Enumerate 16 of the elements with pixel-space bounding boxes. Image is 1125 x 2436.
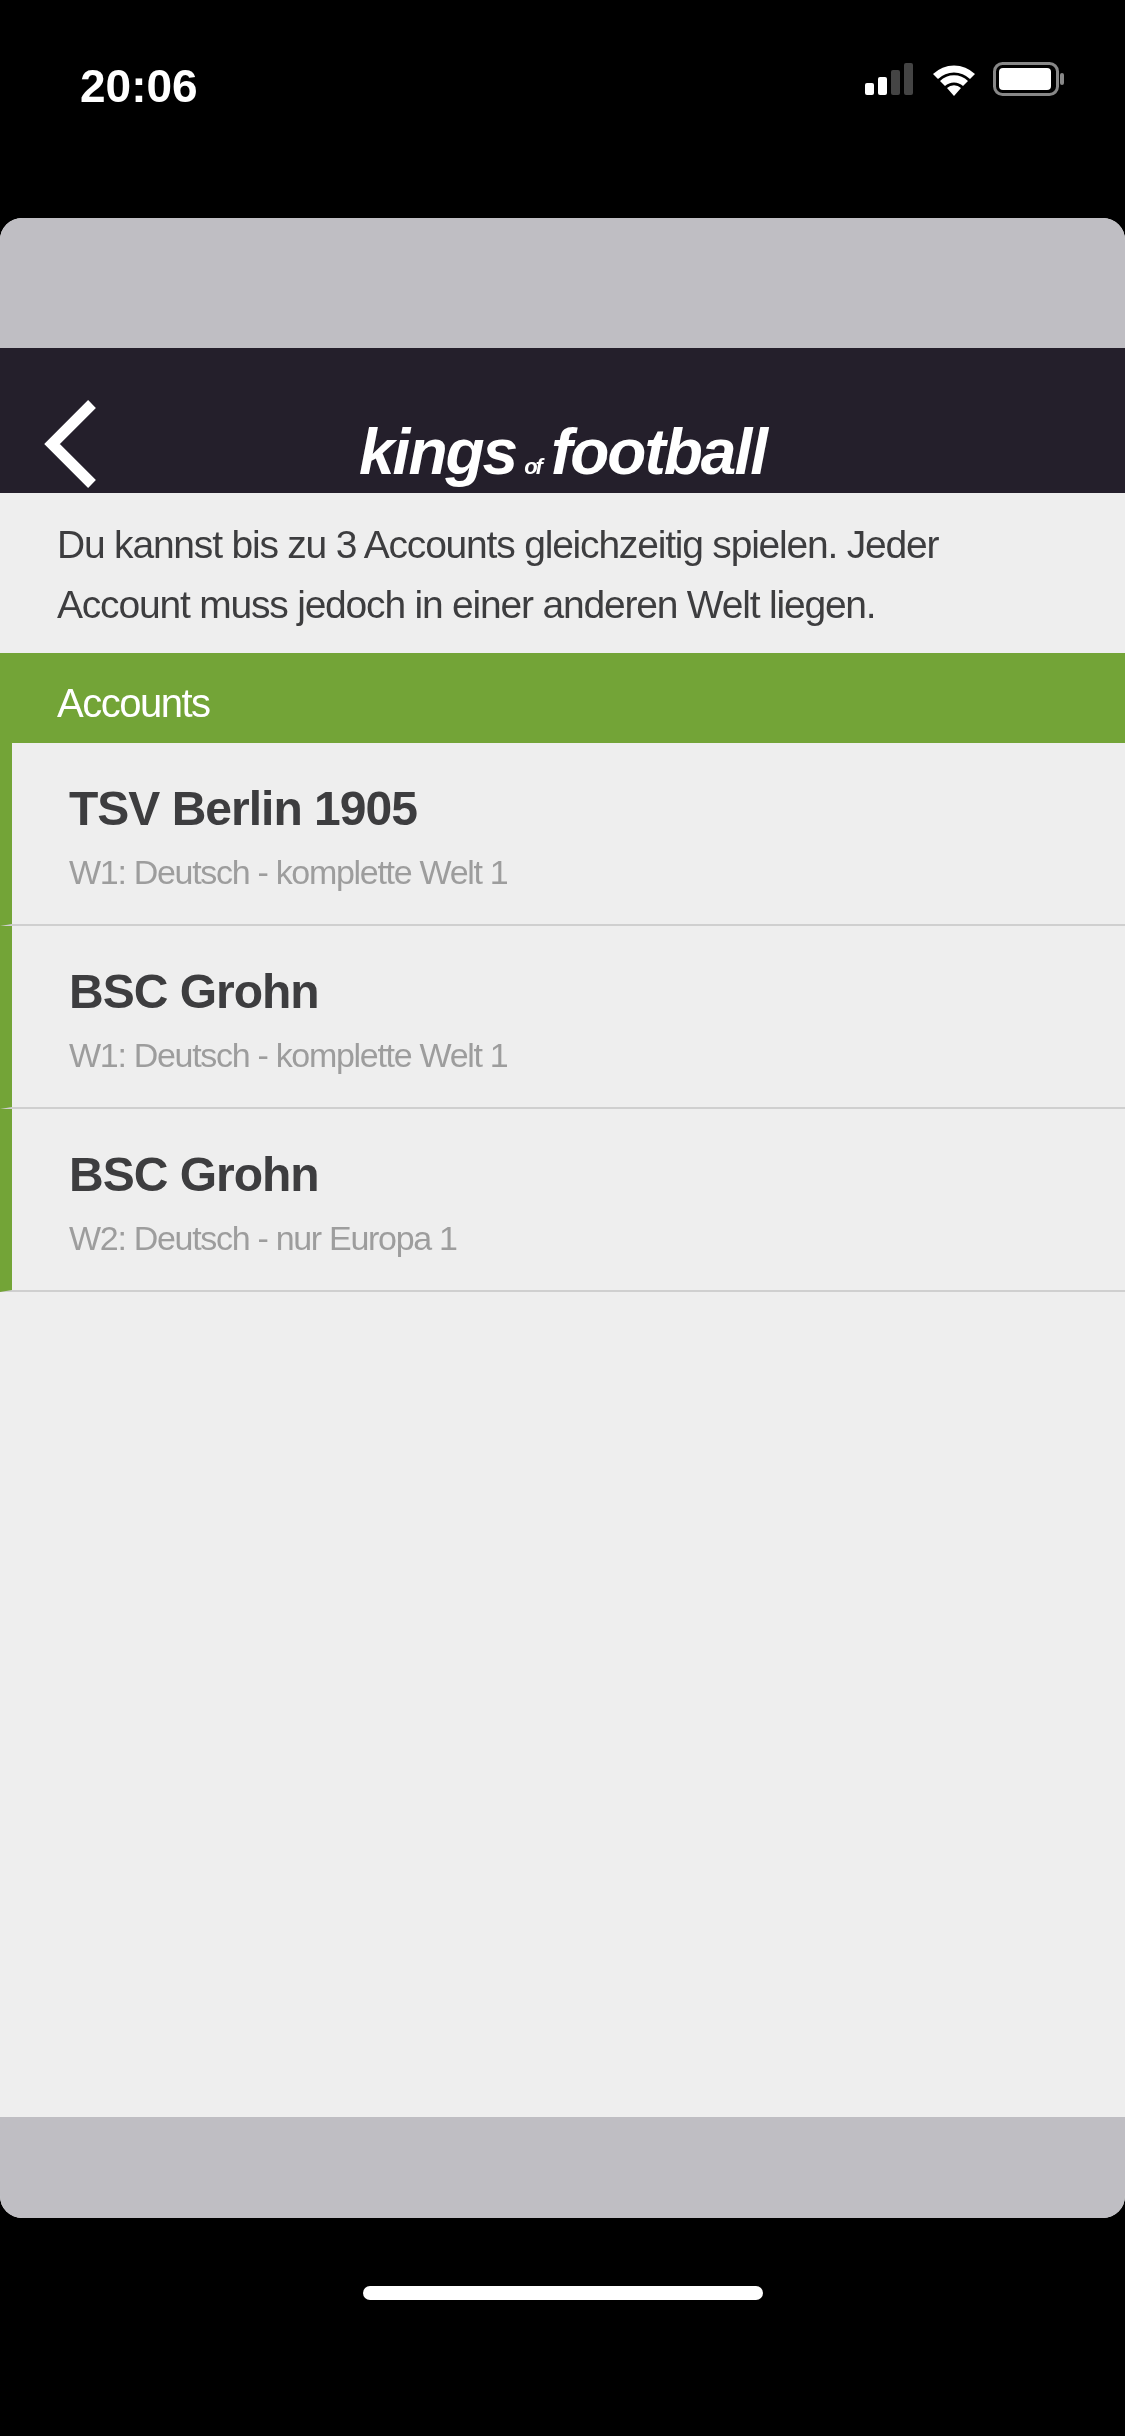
- account-name: BSC Grohn: [69, 964, 320, 1020]
- section-title: Accounts: [57, 681, 210, 725]
- account-row[interactable]: BSC Grohn W1: Deutsch - komplette Welt 1: [0, 926, 1125, 1109]
- account-world: W1: Deutsch - komplette Welt 1: [69, 1035, 509, 1076]
- wifi-icon: [931, 62, 977, 96]
- intro-text: Du kannst bis zu 3 Accounts gleichzeitig spielen. Jeder Account muss jedoch in einer anderen Welt liegen.: [56, 522, 940, 628]
- account-name: BSC Grohn: [69, 1147, 320, 1203]
- account-row[interactable]: BSC Grohn W2: Deutsch - nur Europa 1: [0, 1109, 1125, 1292]
- signal-icon: [865, 63, 915, 95]
- battery-icon: [993, 62, 1065, 96]
- logo: kings of football: [359, 415, 766, 490]
- account-name: TSV Berlin 1905: [69, 781, 418, 837]
- status-time: 20:06: [80, 59, 198, 114]
- account-world: W1: Deutsch - komplette Welt 1: [69, 852, 509, 893]
- account-row[interactable]: TSV Berlin 1905 W1: Deutsch - komplette Welt 1: [0, 743, 1125, 926]
- account-world: W2: Deutsch - nur Europa 1: [69, 1218, 458, 1259]
